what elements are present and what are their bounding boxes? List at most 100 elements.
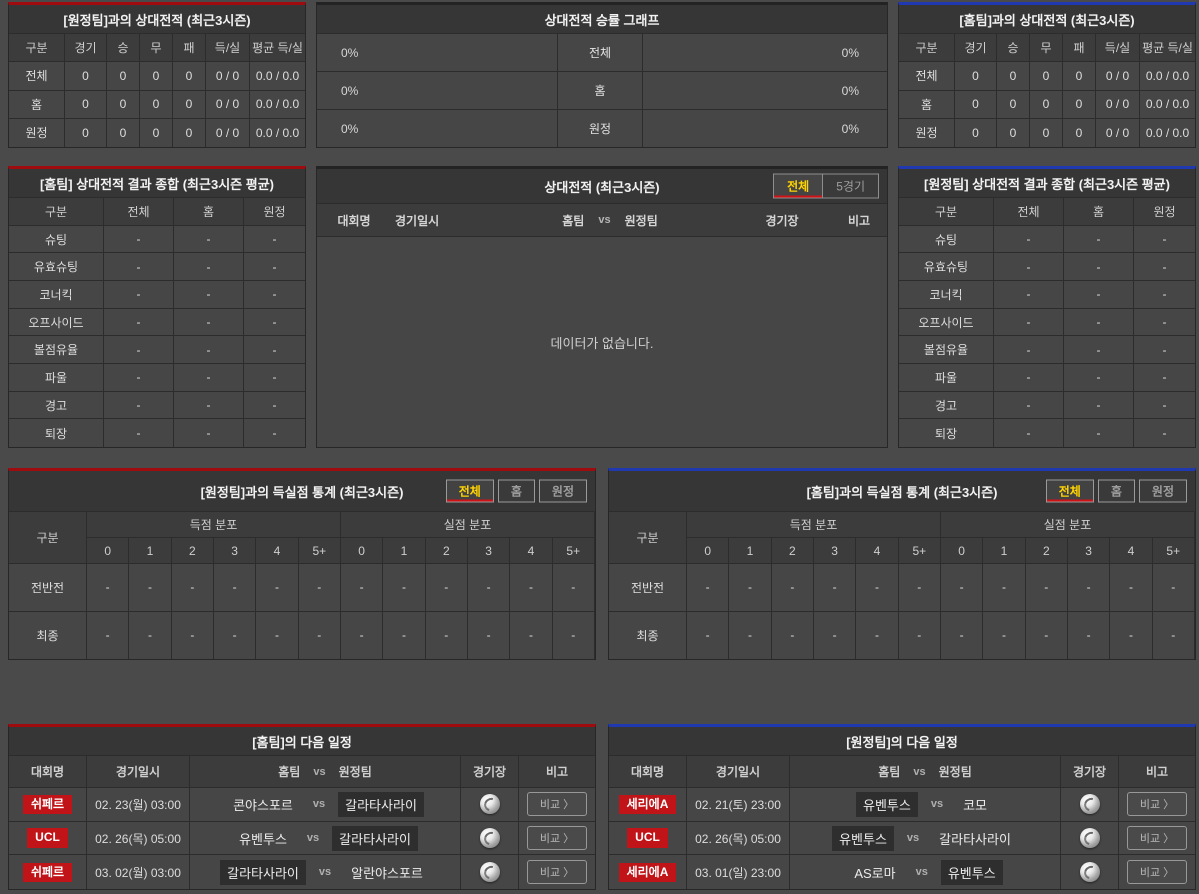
stat-value: -	[468, 612, 510, 660]
stat-value: 0 / 0	[1096, 62, 1140, 90]
table-header-row: 구분 경기 승 무 패 득/실 평균 득/실	[9, 34, 305, 62]
league-badge: 세리에A	[619, 795, 677, 814]
bin-header: 2	[1026, 538, 1068, 564]
table-row: 전반전 - - - - - - - - - - - -	[609, 564, 1195, 612]
row-label: 원정	[9, 119, 65, 147]
teams-cell: 콘야스포르 vs 갈라타사라이	[190, 788, 461, 822]
stat-value: -	[994, 364, 1064, 392]
stat-value: -	[899, 612, 941, 660]
stat-value: 0 / 0	[1096, 91, 1140, 119]
panel-title: [홈팀]과의 상대전적 (최근3시즌)	[899, 5, 1195, 34]
tab-all[interactable]: 전체	[1046, 480, 1094, 503]
stat-value: -	[1134, 364, 1195, 392]
bin-header: 3	[214, 538, 256, 564]
home-team: AS로마	[847, 860, 902, 885]
stadium-globe-icon[interactable]	[480, 828, 500, 848]
row-label: 볼점유율	[899, 336, 994, 364]
stat-value: -	[1068, 612, 1110, 660]
home-winrate-value: 0%	[317, 110, 558, 147]
stat-value: -	[104, 253, 174, 281]
bin-header: 0	[341, 538, 383, 564]
col-header: 경기	[955, 34, 997, 62]
match-datetime: 02. 23(월) 03:00	[87, 788, 190, 822]
stat-value: -	[1134, 419, 1195, 447]
stat-value: 0	[997, 62, 1030, 90]
vs-label: vs	[931, 798, 943, 810]
stadium-cell	[1061, 855, 1119, 889]
stadium-globe-icon[interactable]	[480, 794, 500, 814]
col-header: 비고	[831, 212, 887, 229]
col-header-teams: 홈팀 vs 원정팀	[790, 756, 1061, 788]
match-datetime: 02. 21(토) 23:00	[687, 788, 790, 822]
compare-button[interactable]: 비교 〉	[1127, 860, 1187, 884]
panel-title: [원정팀]의 다음 일정	[609, 727, 1195, 756]
h2h-home-table: 구분 경기 승 무 패 득/실 평균 득/실 전체 0 0 0 0 0 / 0 …	[899, 34, 1195, 147]
stat-value: 0	[173, 62, 206, 90]
stat-value: -	[994, 253, 1064, 281]
stadium-globe-icon[interactable]	[480, 862, 500, 882]
stat-value: -	[1153, 564, 1195, 612]
stat-value: 0	[107, 91, 140, 119]
graph-row: 0% 홈 0%	[317, 72, 887, 110]
compare-button[interactable]: 비교 〉	[1127, 792, 1187, 816]
stadium-cell	[1061, 788, 1119, 822]
stat-value: -	[104, 392, 174, 420]
tab-all[interactable]: 전체	[774, 175, 822, 198]
tab-home[interactable]: 홈	[498, 480, 535, 503]
row-label: 슈팅	[9, 226, 104, 254]
stat-value: 0	[65, 119, 107, 147]
compare-button[interactable]: 비교 〉	[527, 792, 587, 816]
col-header: 무	[1030, 34, 1063, 62]
stat-value: 0	[173, 91, 206, 119]
league-badge: UCL	[627, 828, 668, 847]
stat-value: -	[244, 226, 305, 254]
goals-table-header: 구분 득점 분포 실점 분포 0 1 2 3 4 5+ 0 1 2 3	[609, 512, 1195, 564]
away-team: 유벤투스	[941, 860, 1003, 885]
col-header: 구분	[9, 34, 65, 62]
stat-value: -	[1134, 281, 1195, 309]
stat-value: 0	[1063, 119, 1096, 147]
away-winrate-value: 0%	[642, 34, 887, 71]
vs-label: vs	[307, 832, 319, 844]
stat-value: -	[994, 336, 1064, 364]
bin-header: 2	[426, 538, 468, 564]
tab-last5[interactable]: 5경기	[822, 175, 878, 198]
tab-away[interactable]: 원정	[539, 480, 587, 503]
compare-button[interactable]: 비교 〉	[527, 826, 587, 850]
stat-value: 0.0 / 0.0	[1140, 62, 1195, 90]
stat-value: -	[941, 564, 983, 612]
bin-header: 4	[1110, 538, 1152, 564]
stat-value: -	[994, 226, 1064, 254]
schedule-row: UCL 02. 26(목) 05:00 유벤투스 vs 갈라타사라이 비교 〉	[609, 822, 1195, 856]
col-header: 원정팀	[339, 763, 372, 780]
stat-value: -	[1110, 612, 1152, 660]
teams-cell: 유벤투스 vs 갈라타사라이	[190, 822, 461, 856]
stadium-globe-icon[interactable]	[1080, 794, 1100, 814]
bin-header: 0	[687, 538, 729, 564]
compare-button[interactable]: 비교 〉	[527, 860, 587, 884]
summary-home-table: 구분 전체 홈 원정 슈팅 - - - 유효슈팅 - - - 코너킥 - -	[9, 198, 305, 447]
stat-value: 0.0 / 0.0	[250, 91, 305, 119]
row-label: 전체	[899, 62, 955, 90]
stadium-globe-icon[interactable]	[1080, 862, 1100, 882]
stadium-globe-icon[interactable]	[1080, 828, 1100, 848]
stat-value: -	[1064, 253, 1134, 281]
stat-value: 0.0 / 0.0	[1140, 119, 1195, 147]
col-header: 원정	[1134, 198, 1195, 226]
away-winrate-value: 0%	[642, 110, 887, 147]
compare-button[interactable]: 비교 〉	[1127, 826, 1187, 850]
league-badge: 쉬페르	[23, 863, 72, 882]
tab-all[interactable]: 전체	[446, 480, 494, 503]
stat-value: -	[244, 309, 305, 337]
row-head-to-head: [원정팀]과의 상대전적 (최근3시즌) 구분 경기 승 무 패 득/실 평균 …	[0, 2, 1199, 148]
tab-home[interactable]: 홈	[1098, 480, 1135, 503]
col-header: 득/실	[206, 34, 250, 62]
stat-value: 0	[1030, 91, 1063, 119]
summary-away-table: 구분 전체 홈 원정 슈팅 - - - 유효슈팅 - - - 코너킥 - -	[899, 198, 1195, 447]
table-header-row: 대회명 경기일시 홈팀 vs 원정팀 경기장 비고	[609, 756, 1195, 788]
tab-away[interactable]: 원정	[1139, 480, 1187, 503]
row-label: 파울	[9, 364, 104, 392]
panel-schedule-home: [홈팀]의 다음 일정 대회명 경기일시 홈팀 vs 원정팀 경기장 비고 쉬페…	[8, 724, 596, 890]
stat-value: 0	[1030, 119, 1063, 147]
bin-header: 3	[1068, 538, 1110, 564]
